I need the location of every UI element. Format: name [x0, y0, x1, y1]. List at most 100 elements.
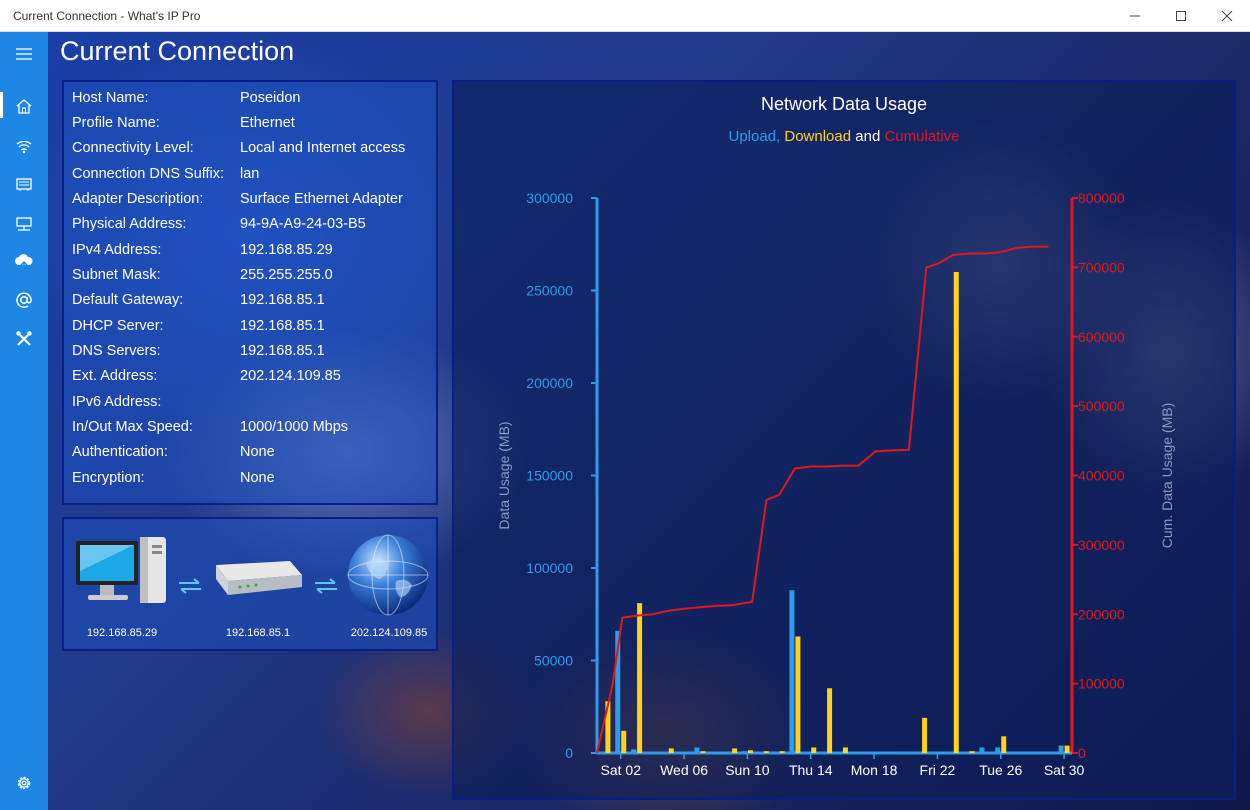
download-bar [700, 751, 706, 753]
x-tick-label: Wed 06 [660, 762, 708, 778]
download-bar [969, 751, 975, 753]
router-ip-label: 192.168.85.1 [225, 627, 291, 639]
info-key: Host Name: [72, 90, 149, 106]
y-tick-label: 200000 [526, 375, 573, 391]
y2-tick-label: 0 [1078, 745, 1086, 761]
download-bar [922, 717, 928, 753]
upload-bar [1058, 745, 1064, 753]
info-value: 192.168.85.1 [240, 318, 325, 334]
info-row: IPv6 Address: [72, 394, 432, 416]
download-bar [732, 748, 738, 753]
info-key: DHCP Server: [72, 318, 164, 334]
upload-bar [694, 747, 700, 753]
nav-email[interactable] [0, 282, 48, 318]
sidebar [0, 32, 48, 810]
info-row: Default Gateway: 192.168.85.1 [72, 292, 432, 314]
internet-ip-label: 202.124.109.85 [350, 627, 428, 639]
info-row: DHCP Server: 192.168.85.1 [72, 318, 432, 340]
download-bar [1001, 736, 1007, 753]
download-bar [1064, 745, 1070, 753]
info-key: DNS Servers: [72, 343, 161, 359]
info-key: Connectivity Level: [72, 140, 194, 156]
page-title: Current Connection [60, 36, 295, 66]
network-card-icon [16, 178, 32, 191]
maximize-button[interactable] [1158, 0, 1204, 32]
info-key: Profile Name: [72, 115, 160, 131]
wifi-icon [16, 140, 32, 154]
download-bar [747, 750, 753, 753]
info-value: 192.168.85.1 [240, 292, 325, 308]
info-key: Adapter Description: [72, 191, 204, 207]
nav-network-monitor[interactable] [0, 206, 48, 242]
close-button[interactable] [1204, 0, 1250, 32]
gear-icon [17, 776, 31, 790]
info-value: 202.124.109.85 [240, 368, 341, 384]
info-key: IPv4 Address: [72, 242, 162, 258]
y-axis-title: Data Usage (MB) [496, 421, 512, 529]
upload-bar [631, 749, 637, 753]
minimize-icon [1130, 15, 1140, 17]
info-row: Adapter Description: Surface Ethernet Ada… [72, 191, 432, 213]
info-key: Encryption: [72, 470, 145, 486]
info-row: Connection DNS Suffix: lan [72, 166, 432, 188]
nav-network-card[interactable] [0, 166, 48, 202]
connection-info-panel: Host Name: Poseidon Profile Name: Ethernet C… [62, 80, 438, 505]
info-row: Profile Name: Ethernet [72, 115, 432, 137]
globe-icon [347, 534, 429, 616]
info-row: Subnet Mask: 255.255.255.0 [72, 267, 432, 289]
y-tick-label: 0 [565, 745, 573, 761]
y-tick-label: 250000 [526, 283, 573, 299]
info-key: Physical Address: [72, 216, 187, 232]
x-tick-label: Mon 18 [851, 762, 898, 778]
hamburger-icon [16, 48, 32, 60]
hamburger-menu-button[interactable] [0, 36, 48, 72]
y-tick-label: 300000 [526, 190, 573, 206]
info-value: 255.255.255.0 [240, 267, 333, 283]
close-icon [1221, 10, 1233, 22]
exchange-arrows-icon [315, 578, 337, 594]
x-tick-label: Thu 14 [789, 762, 833, 778]
info-key: Ext. Address: [72, 368, 158, 384]
settings-button[interactable] [0, 765, 48, 801]
upload-bar [979, 747, 985, 753]
upload-bar [789, 590, 795, 753]
y-tick-label: 150000 [526, 468, 573, 484]
info-row: In/Out Max Speed: 1000/1000 Mbps [72, 419, 432, 441]
x-tick-label: Sun 10 [725, 762, 770, 778]
maximize-icon [1176, 11, 1186, 21]
download-bar [811, 747, 817, 753]
info-value: None [240, 470, 275, 486]
router-icon [216, 561, 302, 595]
info-value: lan [240, 166, 260, 182]
y2-tick-label: 300000 [1078, 537, 1125, 553]
monitor-network-icon [16, 217, 32, 231]
x-tick-label: Tue 26 [979, 762, 1022, 778]
info-row: Host Name: Poseidon [72, 90, 432, 112]
nav-wifi[interactable] [0, 128, 48, 164]
exchange-arrows-icon [179, 578, 201, 594]
upload-bar [741, 751, 747, 753]
cumulative-line [596, 245, 1049, 754]
download-bar [779, 751, 785, 753]
info-value: 1000/1000 Mbps [240, 419, 349, 435]
home-icon [16, 99, 32, 114]
y2-tick-label: 200000 [1078, 606, 1125, 622]
y2-tick-label: 100000 [1078, 676, 1125, 692]
y2-tick-label: 400000 [1078, 468, 1125, 484]
download-bar [827, 688, 833, 753]
info-key: Subnet Mask: [72, 267, 161, 283]
minimize-button[interactable] [1112, 0, 1158, 32]
info-key: Authentication: [72, 444, 168, 460]
computer-icon [76, 537, 166, 603]
chart-panel: Network Data Usage Upload, Download and … [452, 80, 1236, 800]
nav-home[interactable] [0, 88, 48, 124]
info-value: Ethernet [240, 115, 295, 131]
info-row: Ext. Address: 202.124.109.85 [72, 368, 432, 390]
title-bar: Current Connection - What's IP Pro [0, 0, 1250, 32]
y2-tick-label: 800000 [1078, 190, 1125, 206]
info-value: Surface Ethernet Adapter [240, 191, 403, 207]
nav-tools[interactable] [0, 321, 48, 357]
upload-bar [995, 747, 1001, 753]
nav-cloud[interactable] [0, 244, 48, 280]
y-tick-label: 100000 [526, 560, 573, 576]
